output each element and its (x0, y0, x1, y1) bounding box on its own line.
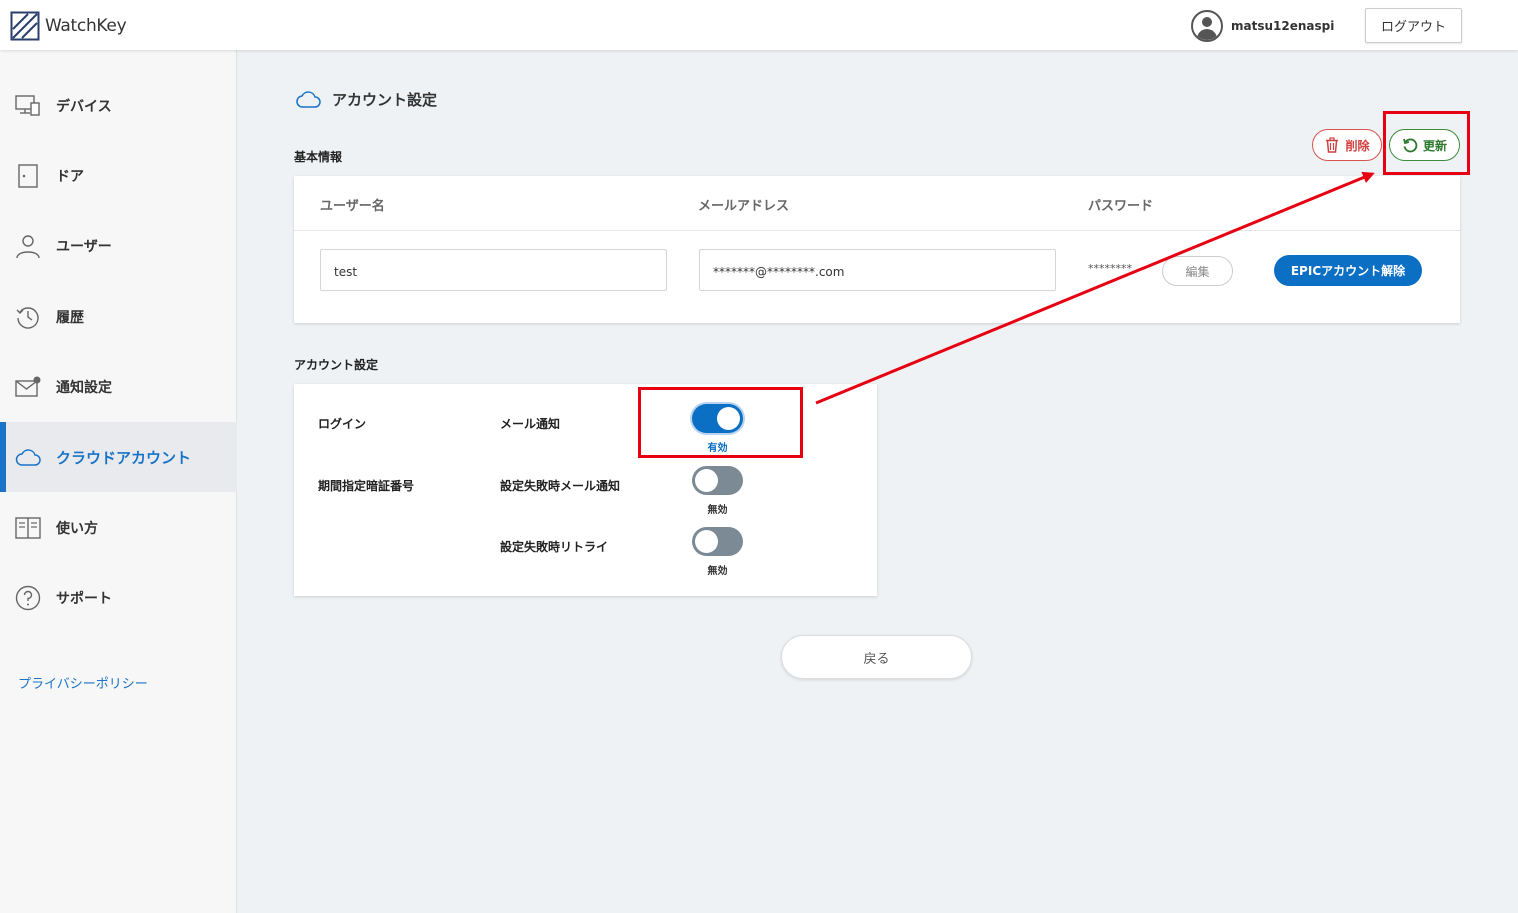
login-label: ログイン (318, 417, 367, 431)
logo-text: WatchKey (45, 16, 127, 36)
column-header-username: ユーザー名 (320, 199, 385, 214)
mail-icon (15, 376, 41, 397)
sidebar-item-users[interactable]: ユーザー (0, 211, 237, 281)
sidebar-item-label: デバイス (56, 99, 112, 115)
sidebar-item-cloud-account[interactable]: クラウドアカウント (0, 422, 237, 492)
top-header: WatchKey matsu12enaspi ログアウト (0, 0, 1518, 50)
fail-retry-toggle[interactable] (692, 527, 743, 556)
sidebar: デバイス ドア ユーザー 履歴 通知設定 クラウドアカウント 使い方 サポート … (0, 50, 237, 913)
sidebar-item-label: クラウドアカウント (56, 448, 192, 467)
sidebar-item-label: サポート (56, 591, 112, 607)
sidebar-item-door[interactable]: ドア (0, 141, 237, 211)
username: matsu12enaspi (1231, 19, 1335, 33)
sidebar-item-howto[interactable]: 使い方 (0, 493, 237, 563)
page-title-area: アカウント設定 (296, 88, 437, 110)
annotation-box-update (1383, 111, 1470, 175)
period-pin-label: 期間指定暗証番号 (318, 479, 415, 493)
fail-retry-label: 設定失敗時リトライ (500, 540, 609, 554)
sidebar-item-label: 通知設定 (56, 380, 112, 396)
logout-button[interactable]: ログアウト (1365, 8, 1462, 43)
sidebar-item-support[interactable]: サポート (0, 563, 237, 633)
column-header-email: メールアドレス (698, 199, 790, 214)
privacy-policy-link[interactable]: プライバシーポリシー (18, 673, 148, 692)
email-field[interactable]: *******@********.com (699, 249, 1056, 291)
sidebar-item-notification[interactable]: 通知設定 (0, 352, 237, 422)
sidebar-item-label: ドア (56, 169, 84, 185)
delete-label: 削除 (1345, 138, 1370, 153)
divider (294, 230, 1460, 231)
mail-notification-label: メール通知 (500, 417, 561, 431)
logo[interactable]: WatchKey (10, 11, 127, 41)
device-icon (15, 95, 40, 116)
cloud-icon (15, 449, 41, 466)
fail-mail-notification-label: 設定失敗時メール通知 (500, 479, 621, 493)
basic-info-label: 基本情報 (294, 150, 343, 164)
trash-icon (1326, 137, 1339, 153)
sidebar-item-label: ユーザー (56, 239, 112, 255)
sidebar-item-devices[interactable]: デバイス (0, 71, 237, 141)
cloud-icon (296, 91, 321, 108)
book-icon (15, 517, 41, 539)
help-icon (15, 585, 41, 611)
epic-account-unlink-button[interactable]: EPICアカウント解除 (1274, 255, 1422, 286)
sidebar-item-label: 使い方 (56, 521, 98, 537)
password-mask: ******** (1088, 262, 1132, 275)
delete-button[interactable]: 削除 (1312, 129, 1382, 161)
sidebar-item-label: 履歴 (56, 310, 84, 326)
user-area: matsu12enaspi (1191, 10, 1334, 42)
page-title: アカウント設定 (332, 90, 438, 109)
fail-retry-state: 無効 (707, 566, 728, 577)
fail-mail-notification-toggle[interactable] (692, 466, 743, 495)
back-button[interactable]: 戻る (781, 635, 972, 679)
user-icon (16, 235, 40, 259)
avatar-icon (1191, 10, 1223, 42)
basic-info-card: ユーザー名 メールアドレス パスワード test *******@*******… (294, 176, 1460, 323)
edit-password-button[interactable]: 編集 (1162, 256, 1233, 286)
door-icon (18, 164, 38, 188)
username-field[interactable]: test (320, 249, 667, 291)
annotation-box-toggle (638, 387, 803, 458)
sidebar-item-history[interactable]: 履歴 (0, 282, 237, 352)
watchkey-logo-icon (10, 11, 40, 41)
column-header-password: パスワード (1088, 199, 1154, 214)
fail-mail-notification-state: 無効 (707, 505, 728, 516)
account-settings-label: アカウント設定 (294, 358, 379, 372)
history-icon (16, 307, 39, 329)
